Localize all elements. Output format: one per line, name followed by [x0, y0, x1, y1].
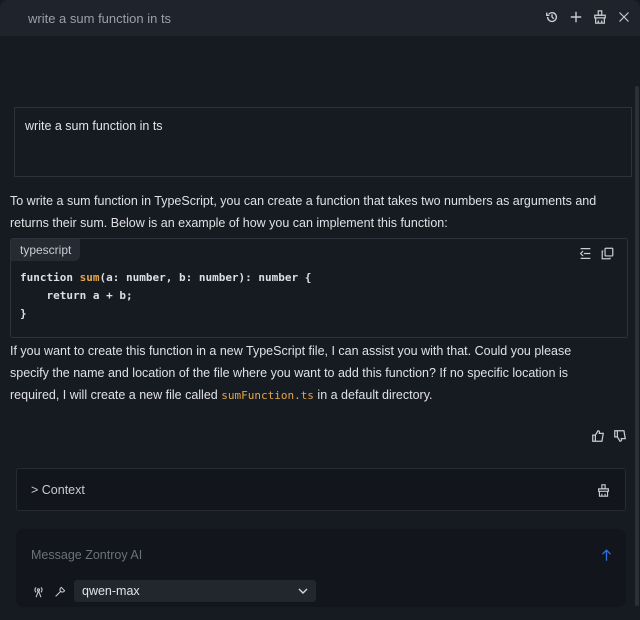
chat-title: write a sum function in ts — [28, 11, 171, 26]
user-message-text: write a sum function in ts — [25, 119, 163, 133]
model-select[interactable]: qwen-max — [74, 580, 316, 602]
broom-icon[interactable] — [595, 482, 611, 498]
plus-icon[interactable] — [568, 9, 584, 25]
code-language: typescript — [11, 239, 80, 261]
copy-icon[interactable] — [599, 245, 615, 261]
wrench-icon[interactable] — [52, 583, 68, 599]
history-icon[interactable] — [544, 9, 560, 25]
thumbs-down-icon[interactable] — [612, 428, 628, 444]
code-block: typescript function sum(a: number, b: nu… — [10, 238, 628, 338]
close-icon[interactable] — [616, 9, 632, 25]
context-panel[interactable]: > Context — [16, 468, 626, 511]
header: write a sum function in ts — [0, 0, 640, 36]
chevron-down-icon — [298, 584, 308, 598]
broom-icon[interactable] — [592, 9, 608, 25]
user-message: write a sum function in ts — [14, 107, 632, 177]
message-input[interactable]: Message Zontroy AI — [31, 548, 142, 562]
file-name: sumFunction.ts — [221, 389, 314, 402]
response-outro: If you want to create this function in a… — [10, 340, 610, 407]
insert-code-icon[interactable] — [577, 245, 593, 261]
send-arrow-icon[interactable] — [598, 547, 614, 563]
message-composer: Message Zontroy AI qwen-max — [16, 529, 626, 607]
response-intro: To write a sum function in TypeScript, y… — [10, 190, 610, 234]
scrollbar[interactable] — [635, 86, 639, 606]
thumbs-up-icon[interactable] — [590, 428, 606, 444]
code-content: function sum(a: number, b: number): numb… — [20, 269, 311, 323]
chevron-right-icon: > — [31, 483, 42, 497]
code-fn-name: sum — [80, 271, 100, 284]
context-toggle[interactable]: > Context — [31, 483, 85, 497]
antenna-icon[interactable] — [30, 583, 46, 599]
